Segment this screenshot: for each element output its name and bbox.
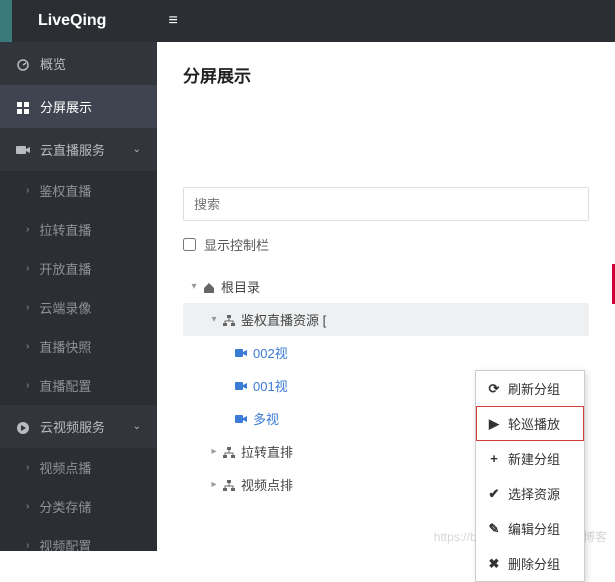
chevron-right-icon: › [26, 501, 29, 512]
tree-video-item[interactable]: 002视 [183, 336, 589, 369]
nav-sub-item[interactable]: ›鉴权直播 [0, 171, 157, 210]
chevron-right-icon: › [26, 540, 29, 551]
toggle-icon[interactable]: ▸ [207, 479, 221, 490]
camera-icon [16, 142, 30, 158]
ctx-refresh[interactable]: ⟳刷新分组 [476, 371, 584, 406]
plus-icon: + [486, 451, 502, 466]
ctx-select[interactable]: ✔选择资源 [476, 476, 584, 511]
tree-label: 001视 [253, 376, 288, 395]
edit-icon: ✎ [486, 521, 502, 537]
nav-overview[interactable]: 概览 [0, 42, 157, 85]
context-menu: ⟳刷新分组 ▶轮巡播放 +新建分组 ✔选择资源 ✎编辑分组 ✖删除分组 [475, 370, 585, 582]
toggle-icon[interactable]: ▾ [187, 281, 201, 292]
chevron-right-icon: › [26, 224, 29, 235]
grid-icon [16, 98, 30, 114]
video-icon [235, 411, 247, 426]
page-title: 分屏展示 [183, 62, 589, 87]
search-input[interactable] [183, 187, 589, 221]
main-content: 分屏展示 显示控制栏 ▾ 根目录 ▾ 鉴权直播资源 [ 002视 0 [157, 42, 615, 551]
nav-sub-item[interactable]: ›分类存储 [0, 487, 157, 526]
sitemap-icon [223, 312, 235, 327]
toggle-icon[interactable]: ▸ [207, 446, 221, 457]
tree-label: 根目录 [221, 277, 260, 296]
nav-live-service[interactable]: 云直播服务 ⌄ [0, 128, 157, 171]
dashboard-icon [16, 55, 30, 71]
chevron-right-icon: › [26, 185, 29, 196]
nav-live-sub: ›鉴权直播 ›拉转直播 ›开放直播 ›云端录像 ›直播快照 ›直播配置 [0, 171, 157, 405]
nav-label: 云视频服务 [40, 417, 105, 436]
check-icon: ✔ [486, 486, 502, 502]
play-icon: ▶ [486, 416, 502, 432]
brand: LiveQing [38, 12, 106, 30]
tree-label: 002视 [253, 343, 288, 362]
play-icon [16, 418, 30, 434]
nav-sub-item[interactable]: ›开放直播 [0, 249, 157, 288]
ctx-delete[interactable]: ✖删除分组 [476, 546, 584, 581]
tree-label: 鉴权直播资源 [ [241, 310, 326, 329]
tree-label: 多视 [253, 409, 279, 428]
tree-label: 视频点排 [241, 475, 293, 494]
nav-video-service[interactable]: 云视频服务 ⌄ [0, 405, 157, 448]
tree-label: 拉转直排 [241, 442, 293, 461]
ctx-play[interactable]: ▶轮巡播放 [476, 406, 584, 441]
chevron-right-icon: › [26, 263, 29, 274]
nav-label: 云直播服务 [40, 140, 105, 159]
nav-sub-item[interactable]: ›直播快照 [0, 327, 157, 366]
nav-label: 分屏展示 [40, 97, 92, 116]
chevron-right-icon: › [26, 380, 29, 391]
nav-sub-item[interactable]: ›视频点播 [0, 448, 157, 487]
nav-video-sub: ›视频点播 ›分类存储 ›视频配置 ›视频广场⌄ [0, 448, 157, 551]
nav-label: 概览 [40, 54, 66, 73]
video-icon [235, 378, 247, 393]
nav-sub-item[interactable]: ›云端录像 [0, 288, 157, 327]
sitemap-icon [223, 477, 235, 492]
tree-root[interactable]: ▾ 根目录 [183, 270, 589, 303]
title-bar-edge [0, 0, 12, 42]
nav-sub-item[interactable]: ›视频配置 [0, 526, 157, 551]
chevron-right-icon: › [26, 302, 29, 313]
chevron-right-icon: › [26, 462, 29, 473]
chevron-down-icon: ⌄ [133, 144, 141, 155]
close-icon: ✖ [486, 556, 502, 572]
menu-toggle-icon[interactable]: ≡ [168, 12, 177, 30]
ctx-edit[interactable]: ✎编辑分组 [476, 511, 584, 546]
toggle-icon[interactable]: ▾ [207, 314, 221, 325]
ctx-new[interactable]: +新建分组 [476, 441, 584, 476]
nav-sub-item[interactable]: ›拉转直播 [0, 210, 157, 249]
home-icon [203, 279, 215, 294]
refresh-icon: ⟳ [486, 381, 502, 397]
video-icon [235, 345, 247, 360]
chevron-right-icon: › [26, 341, 29, 352]
tree-group-auth[interactable]: ▾ 鉴权直播资源 [ [183, 303, 589, 336]
nav-split-screen[interactable]: 分屏展示 [0, 85, 157, 128]
chevron-down-icon: ⌄ [133, 421, 141, 432]
sidebar: 概览 分屏展示 云直播服务 ⌄ ›鉴权直播 ›拉转直播 ›开放直播 ›云端录像 … [0, 42, 157, 551]
show-controls-label: 显示控制栏 [204, 235, 269, 254]
nav-sub-item[interactable]: ›直播配置 [0, 366, 157, 405]
sitemap-icon [223, 444, 235, 459]
show-controls-checkbox[interactable] [183, 238, 196, 251]
